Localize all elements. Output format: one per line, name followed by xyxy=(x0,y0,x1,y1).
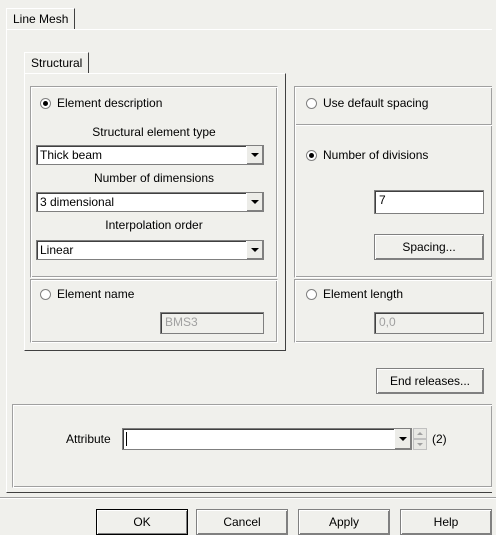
element-description-label: Element description xyxy=(57,96,163,110)
interpolation-order-value: Linear xyxy=(40,243,74,257)
attribute-spinner[interactable] xyxy=(413,428,427,450)
cancel-button[interactable]: Cancel xyxy=(196,509,288,535)
spinner-up-icon[interactable] xyxy=(413,428,427,439)
number-of-dimensions-value: 3 dimensional xyxy=(40,195,115,209)
element-name-input[interactable]: BMS3 xyxy=(160,312,264,334)
structural-element-type-value: Thick beam xyxy=(40,148,103,162)
end-releases-button-label: End releases... xyxy=(389,374,471,388)
number-of-dimensions-label: Number of dimensions xyxy=(93,171,215,185)
chevron-down-icon[interactable] xyxy=(394,429,411,449)
radio-selected-icon xyxy=(306,149,317,161)
interpolation-order-select[interactable]: Linear xyxy=(36,240,264,260)
interpolation-order-label: Interpolation order xyxy=(105,218,203,232)
chevron-down-icon[interactable] xyxy=(246,241,263,259)
chevron-down-icon[interactable] xyxy=(246,146,263,164)
help-button[interactable]: Help xyxy=(400,509,492,535)
element-name-radio[interactable]: Element name xyxy=(40,287,134,301)
attribute-count: (2) xyxy=(432,432,447,446)
number-of-divisions-radio[interactable]: Number of divisions xyxy=(306,148,428,162)
element-name-label: Element name xyxy=(57,287,135,301)
element-length-input[interactable]: 0,0 xyxy=(374,312,484,334)
element-length-radio[interactable]: Element length xyxy=(306,287,403,301)
tab-line-mesh-label: Line Mesh xyxy=(13,12,69,26)
element-description-radio[interactable]: Element description xyxy=(40,96,162,110)
number-of-divisions-value: 7 xyxy=(379,193,386,207)
tab-line-mesh[interactable]: Line Mesh xyxy=(6,8,76,30)
apply-button[interactable]: Apply xyxy=(298,509,390,535)
radio-unselected-icon xyxy=(306,288,317,300)
number-of-divisions-label: Number of divisions xyxy=(323,148,429,162)
use-default-spacing-radio[interactable]: Use default spacing xyxy=(306,96,428,110)
tab-structural[interactable]: Structural xyxy=(24,52,90,74)
help-button-label: Help xyxy=(433,515,459,529)
structural-element-type-label: Structural element type xyxy=(92,125,216,139)
end-releases-button[interactable]: End releases... xyxy=(376,368,484,394)
radio-unselected-icon xyxy=(40,288,51,300)
radio-selected-icon xyxy=(40,97,51,109)
number-of-dimensions-select[interactable]: 3 dimensional xyxy=(36,192,264,212)
element-length-label: Element length xyxy=(323,287,404,301)
cancel-button-label: Cancel xyxy=(223,515,261,529)
ok-button[interactable]: OK xyxy=(96,509,188,535)
attribute-label: Attribute xyxy=(66,432,111,446)
tab-structural-label: Structural xyxy=(31,56,83,70)
attribute-select[interactable] xyxy=(122,428,412,450)
use-default-spacing-label: Use default spacing xyxy=(323,96,429,110)
element-length-value: 0,0 xyxy=(379,315,396,329)
spacing-button-label: Spacing... xyxy=(402,240,456,254)
spacing-button[interactable]: Spacing... xyxy=(374,234,484,260)
radio-unselected-icon xyxy=(306,97,317,109)
footer-divider xyxy=(0,497,496,499)
divider xyxy=(296,124,492,126)
attribute-value xyxy=(126,432,394,446)
chevron-down-icon[interactable] xyxy=(246,193,263,211)
element-name-value: BMS3 xyxy=(165,315,198,329)
number-of-divisions-input[interactable]: 7 xyxy=(374,190,484,214)
apply-button-label: Apply xyxy=(328,515,360,529)
ok-button-label: OK xyxy=(133,515,151,529)
structural-element-type-select[interactable]: Thick beam xyxy=(36,145,264,165)
spinner-down-icon[interactable] xyxy=(413,439,427,450)
